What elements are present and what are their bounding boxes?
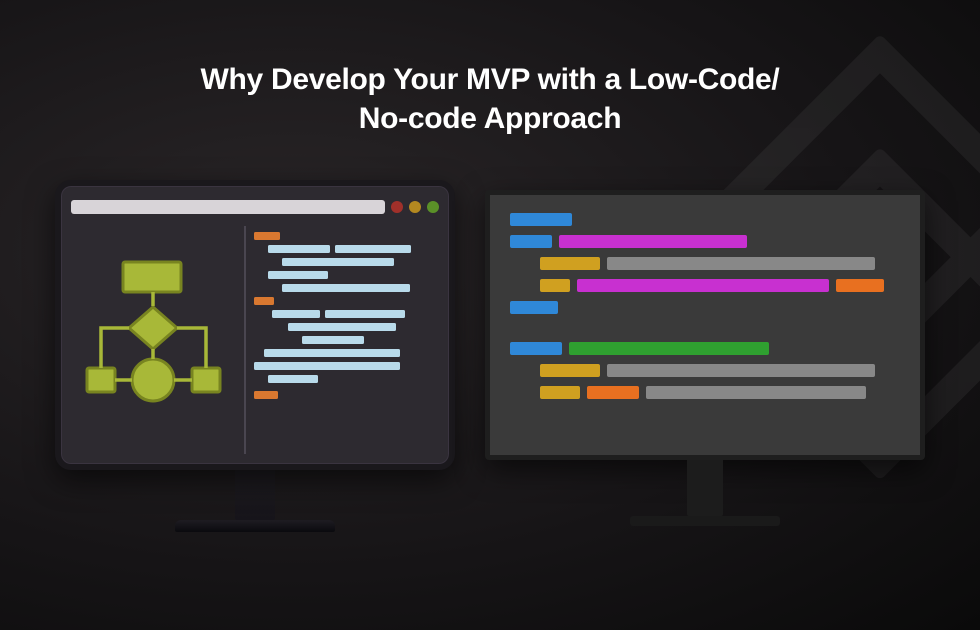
- left-monitor-screen: [55, 180, 455, 470]
- right-monitor-screen: [485, 190, 925, 460]
- headline: Why Develop Your MVP with a Low-Code/ No…: [0, 60, 980, 138]
- flowchart-panel: [71, 226, 236, 454]
- editor-split-view: [71, 226, 439, 454]
- browser-titlebar: [71, 196, 439, 218]
- monitor-base: [630, 516, 780, 526]
- headline-line-1: Why Develop Your MVP with a Low-Code/: [201, 63, 780, 96]
- right-monitor: [485, 180, 925, 526]
- monitors-illustration: [0, 180, 980, 532]
- monitor-base: [175, 520, 335, 532]
- flowchart-icon: [81, 250, 226, 430]
- traffic-light-red-icon: [391, 201, 403, 213]
- traffic-light-green-icon: [427, 201, 439, 213]
- traffic-light-yellow-icon: [409, 201, 421, 213]
- monitor-stand: [235, 470, 275, 520]
- address-bar: [71, 200, 385, 214]
- panel-divider: [244, 226, 246, 454]
- headline-line-2: No-code Approach: [359, 102, 621, 135]
- monitor-stand: [687, 460, 723, 516]
- code-panel-left-monitor: [254, 226, 440, 454]
- left-monitor: [55, 180, 455, 532]
